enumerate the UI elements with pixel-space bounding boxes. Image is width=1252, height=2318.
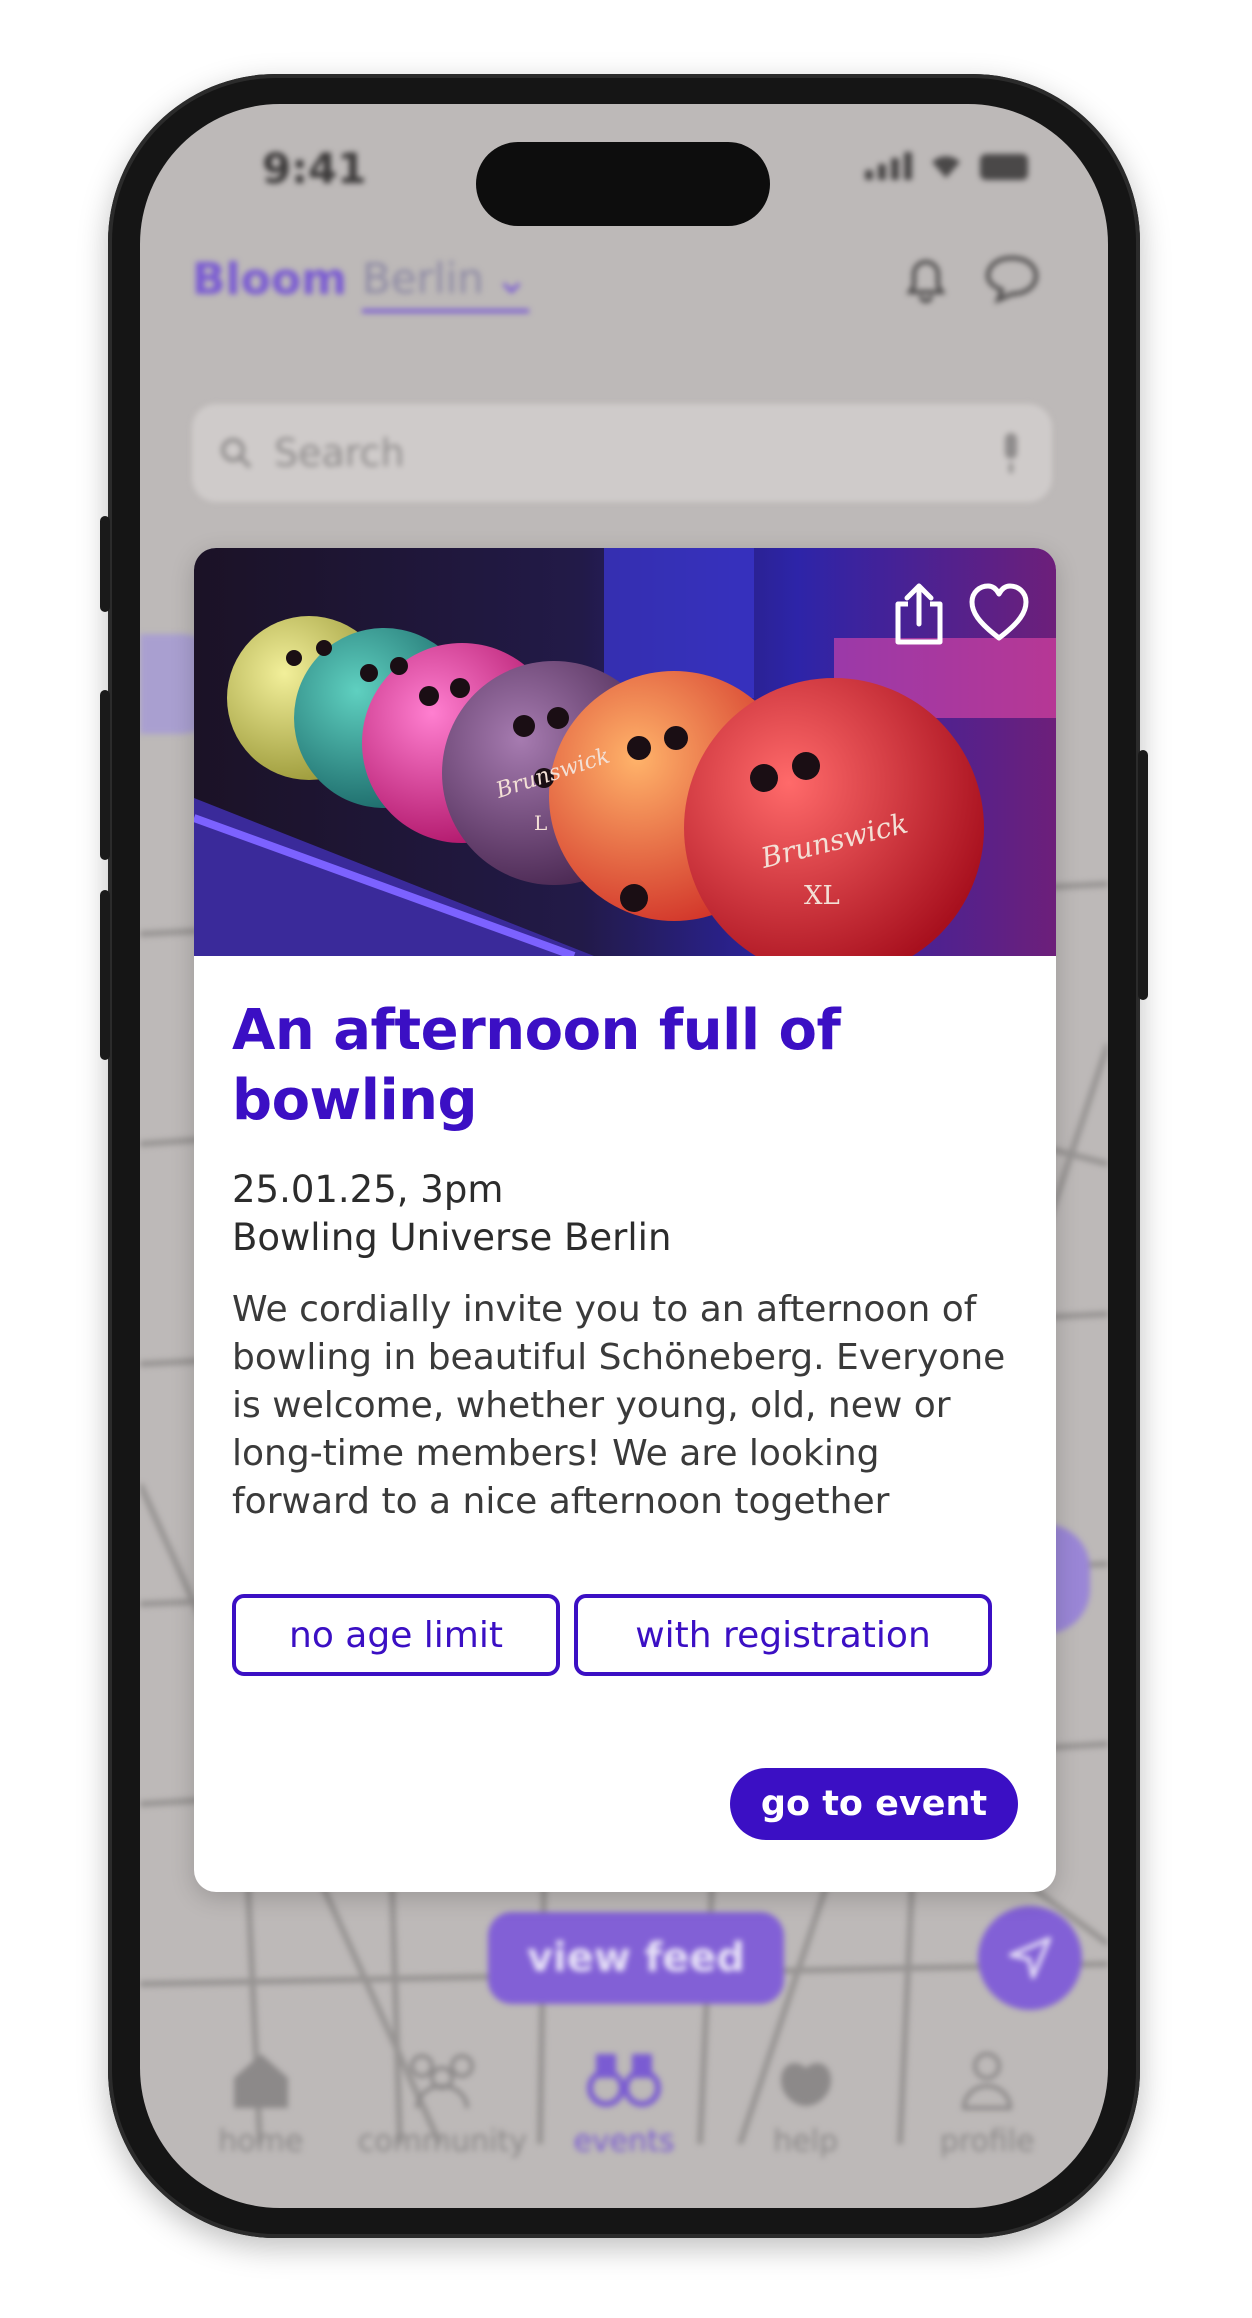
event-title: An afternoon full of bowling [232,998,841,1133]
city-selector[interactable]: Berlin ⌄ [362,254,530,313]
event-card-body: An afternoon full of bowling 25.01.25, 3… [194,956,1056,1676]
ball-size-text: XL [804,881,840,911]
bell-icon[interactable] [896,248,956,308]
event-date-time: 25.01.25, 3pm [232,1168,504,1211]
silent-switch [100,516,110,612]
bottom-nav: home community events help profile [140,2044,1108,2208]
search-icon [221,438,252,469]
community-icon [410,2054,475,2109]
status-icons [865,150,1028,180]
navigation-arrow-icon [1009,1937,1051,1979]
heart-icon [969,583,1029,641]
search-input[interactable]: Search [192,404,1052,502]
volume-down-button [100,890,110,1060]
nav-label: home [218,2124,304,2159]
nav-label: help [773,2124,838,2159]
cellular-signal-icon [865,152,912,180]
tag-age-limit: no age limit [232,1594,560,1676]
favorite-button[interactable] [968,580,1030,646]
event-hero-image: Brunswick Brunswick L XL [194,548,1056,956]
helping-hands-icon [780,2063,831,2106]
binoculars-icon [586,2054,661,2107]
event-card: Brunswick Brunswick L XL An afternoon fu… [194,548,1056,1892]
event-description: We cordially invite you to an afternoon … [232,1289,1006,1522]
wifi-icon [932,156,960,178]
volume-up-button [100,690,110,860]
city-label: Berlin [362,254,484,303]
nav-item-community[interactable]: community [357,2044,527,2159]
microphone-icon[interactable] [996,431,1026,475]
view-feed-button[interactable]: view feed [488,1912,784,2004]
search-placeholder: Search [274,431,405,475]
nav-label: events [573,2124,675,2159]
dynamic-island [476,142,770,226]
ball-size-text: L [534,811,547,835]
locate-button[interactable] [978,1906,1082,2010]
status-time: 9:41 [262,144,367,193]
nav-item-help[interactable]: help [721,2044,891,2159]
nav-item-events[interactable]: events [539,2044,709,2159]
nav-item-home[interactable]: home [176,2044,346,2159]
share-button[interactable] [888,580,950,646]
event-meta: 25.01.25, 3pm Bowling Universe Berlin [232,1166,1018,1262]
home-icon [233,2054,288,2108]
nav-label: profile [939,2124,1035,2159]
event-location: Bowling Universe Berlin [232,1216,672,1259]
nav-label: community [357,2124,527,2159]
profile-icon [962,2052,1013,2110]
event-tags: no age limit with registration [232,1594,1018,1676]
brand-logo: Bloom [192,254,347,305]
go-to-event-button[interactable]: go to event [730,1768,1018,1840]
tag-registration: with registration [574,1594,992,1676]
chat-bubble-icon[interactable] [982,248,1042,308]
share-icon [895,583,943,645]
battery-icon [980,154,1028,180]
nav-item-profile[interactable]: profile [902,2044,1072,2159]
hero-actions [888,580,1030,646]
power-button [1138,750,1148,1000]
chevron-down-icon: ⌄ [493,254,530,303]
